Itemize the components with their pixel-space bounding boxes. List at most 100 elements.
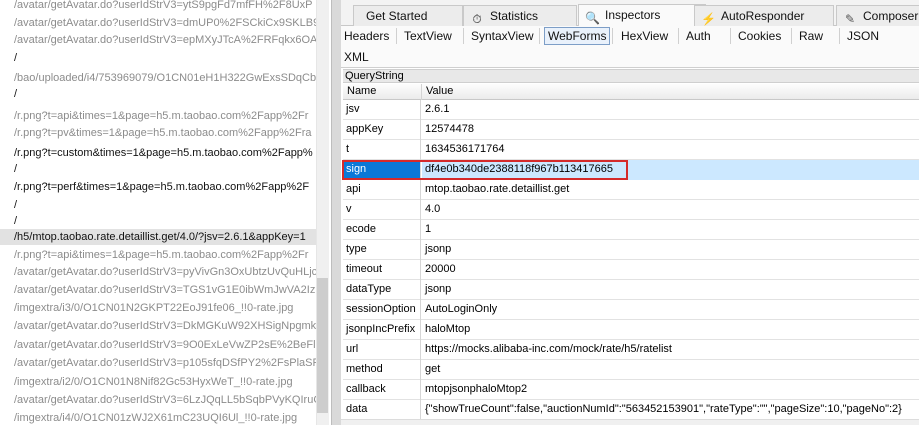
tab-divider bbox=[678, 28, 679, 44]
session-row[interactable]: /avatar/getAvatar.do?userIdStrV3=dmUP0%2… bbox=[14, 15, 319, 31]
querystring-row[interactable]: data {"showTrueCount":false,"auctionNumId… bbox=[343, 400, 919, 420]
session-row[interactable]: /avatar/getAvatar.do?userIdStrV3=epMXyJT… bbox=[14, 32, 317, 48]
session-row[interactable]: /avatar/getAvatar.do?userIdStrV3=p105sfq… bbox=[14, 355, 319, 371]
tab-inspectors[interactable]: 🔍 Inspectors bbox=[578, 4, 706, 26]
param-name[interactable]: method bbox=[343, 360, 421, 380]
querystring-row[interactable]: api mtop.taobao.rate.detaillist.get bbox=[343, 180, 919, 200]
name-column-header[interactable]: Name bbox=[343, 84, 422, 100]
session-row[interactable]: /imgextra/i3/0/O1CN01N2GKPT22EoJ91fe06_!… bbox=[14, 300, 293, 316]
subtab-auth[interactable]: Auth bbox=[683, 27, 714, 45]
param-value[interactable]: 20000 bbox=[422, 260, 919, 280]
param-value[interactable]: jsonp bbox=[422, 280, 919, 300]
param-name[interactable]: callback bbox=[343, 380, 421, 400]
session-row[interactable]: / bbox=[14, 213, 17, 229]
subtab-syntaxview[interactable]: SyntaxView bbox=[468, 27, 536, 45]
session-row[interactable]: / bbox=[14, 86, 17, 102]
subtab-cookies[interactable]: Cookies bbox=[735, 27, 784, 45]
session-row[interactable]: / bbox=[14, 50, 17, 66]
subtab-xml[interactable]: XML bbox=[341, 48, 372, 66]
param-value[interactable]: df4e0b340de2388118f967b113417665 bbox=[422, 160, 919, 180]
param-name[interactable]: dataType bbox=[343, 280, 421, 300]
querystring-row[interactable]: sign df4e0b340de2388118f967b113417665 bbox=[343, 160, 919, 180]
session-row[interactable]: /r.png?t=api&times=1&page=h5.m.taobao.co… bbox=[14, 108, 308, 124]
session-row[interactable]: /avatar/getAvatar.do?userIdStrV3=ytS9pgF… bbox=[14, 0, 312, 13]
tab-divider bbox=[612, 28, 613, 44]
param-value[interactable]: https://mocks.alibaba-inc.com/mock/rate/… bbox=[422, 340, 919, 360]
param-name[interactable]: type bbox=[343, 240, 421, 260]
tab-autoresponder[interactable]: ⚡ AutoResponder bbox=[694, 5, 834, 26]
param-name[interactable]: url bbox=[343, 340, 421, 360]
querystring-row[interactable]: timeout 20000 bbox=[343, 260, 919, 280]
session-row[interactable]: /bao/uploaded/i4/753969079/O1CN01eH1H322… bbox=[14, 70, 322, 86]
param-value[interactable]: 1634536171764 bbox=[422, 140, 919, 160]
bottom-scroll-strip bbox=[341, 419, 919, 425]
querystring-row[interactable]: sessionOption AutoLoginOnly bbox=[343, 300, 919, 320]
session-row[interactable]: /avatar/getAvatar.do?userIdStrV3=TGS1vG1… bbox=[14, 282, 318, 298]
subtab-hexview[interactable]: HexView bbox=[618, 27, 671, 45]
panel-splitter[interactable] bbox=[331, 0, 341, 425]
session-row[interactable]: /avatar/getAvatar.do?userIdStrV3=pyVivGn… bbox=[14, 264, 317, 280]
querystring-row[interactable]: dataType jsonp bbox=[343, 280, 919, 300]
subtab-textview[interactable]: TextView bbox=[401, 27, 455, 45]
session-row[interactable]: /imgextra/i2/0/O1CN01N8Nif82Gc53HyxWeT_!… bbox=[14, 374, 293, 390]
param-name[interactable]: appKey bbox=[343, 120, 421, 140]
session-row[interactable]: /r.png?t=perf&times=1&page=h5.m.taobao.c… bbox=[14, 179, 309, 195]
param-value[interactable]: {"showTrueCount":false,"auctionNumId":"5… bbox=[422, 400, 919, 420]
param-name[interactable]: jsv bbox=[343, 100, 421, 120]
subtab-webforms[interactable]: WebForms bbox=[544, 27, 611, 45]
main-tab-bar: Get Started ⏱ Statistics 🔍 Inspectors ⚡ AutoRe… bbox=[341, 0, 919, 26]
subtab-json[interactable]: JSON bbox=[844, 27, 882, 45]
param-value[interactable]: 2.6.1 bbox=[422, 100, 919, 120]
session-row[interactable]: / bbox=[14, 161, 17, 177]
tab-divider bbox=[839, 28, 840, 44]
lightning-icon: ⚡ bbox=[701, 12, 716, 26]
param-name[interactable]: api bbox=[343, 180, 421, 200]
querystring-row[interactable]: t 1634536171764 bbox=[343, 140, 919, 160]
param-name[interactable]: sign bbox=[343, 160, 421, 180]
session-row[interactable]: /r.png?t=pv&times=1&page=h5.m.taobao.com… bbox=[14, 125, 312, 141]
param-value[interactable]: haloMtop bbox=[422, 320, 919, 340]
param-value[interactable]: 1 bbox=[422, 220, 919, 240]
session-row[interactable]: /h5/mtop.taobao.rate.detaillist.get/4.0/… bbox=[0, 229, 316, 245]
querystring-row[interactable]: type jsonp bbox=[343, 240, 919, 260]
session-row[interactable]: /r.png?t=custom&times=1&page=h5.m.taobao… bbox=[14, 145, 313, 161]
querystring-row[interactable]: appKey 12574478 bbox=[343, 120, 919, 140]
param-value[interactable]: 12574478 bbox=[422, 120, 919, 140]
param-name[interactable]: jsonpIncPrefix bbox=[343, 320, 421, 340]
param-name[interactable]: v bbox=[343, 200, 421, 220]
tab-composer[interactable]: ✎ Composer bbox=[836, 5, 919, 26]
tab-statistics[interactable]: ⏱ Statistics bbox=[463, 5, 577, 26]
querystring-row[interactable]: callback mtopjsonphaloMtop2 bbox=[343, 380, 919, 400]
querystring-row[interactable]: jsonpIncPrefix haloMtop bbox=[343, 320, 919, 340]
session-row[interactable]: /avatar/getAvatar.do?userIdStrV3=6LzJQqL… bbox=[14, 392, 322, 408]
param-value[interactable]: mtopjsonphaloMtop2 bbox=[422, 380, 919, 400]
querystring-row[interactable]: method get bbox=[343, 360, 919, 380]
param-value[interactable]: mtop.taobao.rate.detaillist.get bbox=[422, 180, 919, 200]
session-row[interactable]: / bbox=[14, 197, 17, 213]
inspector-sub-tab-bar: Headers TextView SyntaxView WebForms HexView… bbox=[341, 26, 919, 68]
param-name[interactable]: sessionOption bbox=[343, 300, 421, 320]
session-row[interactable]: /r.png?t=api&times=1&page=h5.m.taobao.co… bbox=[14, 247, 308, 263]
querystring-row[interactable]: ecode 1 bbox=[343, 220, 919, 240]
param-value[interactable]: jsonp bbox=[422, 240, 919, 260]
querystring-row[interactable]: v 4.0 bbox=[343, 200, 919, 220]
querystring-row[interactable]: jsv 2.6.1 bbox=[343, 100, 919, 120]
param-name[interactable]: data bbox=[343, 400, 421, 420]
subtab-raw[interactable]: Raw bbox=[796, 27, 826, 45]
tab-get-started[interactable]: Get Started bbox=[353, 5, 463, 26]
session-row[interactable]: /avatar/getAvatar.do?userIdStrV3=DkMGKuW… bbox=[14, 318, 322, 334]
param-value[interactable]: get bbox=[422, 360, 919, 380]
param-name[interactable]: timeout bbox=[343, 260, 421, 280]
param-value[interactable]: 4.0 bbox=[422, 200, 919, 220]
session-row[interactable]: /avatar/getAvatar.do?userIdStrV3=9O0ExLe… bbox=[14, 337, 316, 353]
session-row[interactable]: /imgextra/i4/0/O1CN01zWJ2X61mC23UQI6Ul_!… bbox=[14, 410, 297, 425]
querystring-row[interactable]: url https://mocks.alibaba-inc.com/mock/ra… bbox=[343, 340, 919, 360]
session-list-scroll-thumb[interactable] bbox=[317, 278, 328, 413]
param-value[interactable]: AutoLoginOnly bbox=[422, 300, 919, 320]
param-name[interactable]: ecode bbox=[343, 220, 421, 240]
param-name[interactable]: t bbox=[343, 140, 421, 160]
tab-divider bbox=[396, 28, 397, 44]
tab-divider bbox=[463, 28, 464, 44]
subtab-headers[interactable]: Headers bbox=[341, 27, 392, 45]
value-column-header[interactable]: Value bbox=[422, 84, 919, 100]
